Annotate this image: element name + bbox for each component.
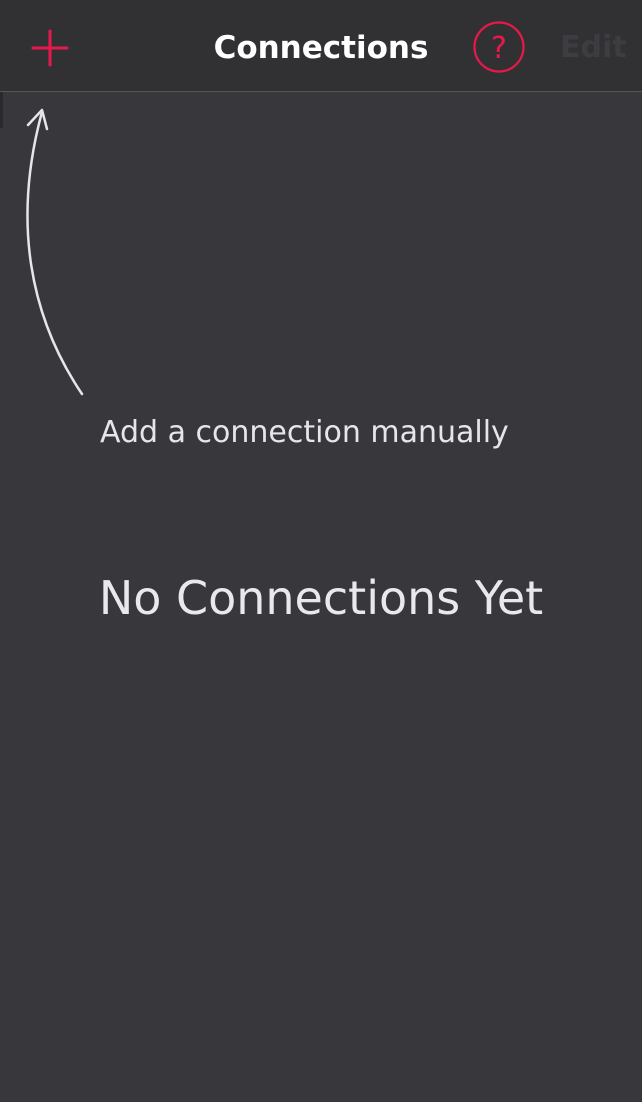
help-glyph: ? <box>491 31 507 66</box>
plus-icon <box>31 29 69 67</box>
curved-arrow-icon <box>0 92 120 402</box>
navigation-bar: Connections ? Edit <box>0 0 642 92</box>
add-connection-hint: Add a connection manually <box>100 415 509 450</box>
help-button[interactable]: ? <box>472 20 526 74</box>
empty-state-title: No Connections Yet <box>98 571 544 625</box>
edit-button[interactable]: Edit <box>560 28 642 68</box>
page-title: Connections <box>213 30 429 66</box>
question-circle-icon: ? <box>473 21 525 73</box>
add-connection-button[interactable] <box>22 20 78 76</box>
